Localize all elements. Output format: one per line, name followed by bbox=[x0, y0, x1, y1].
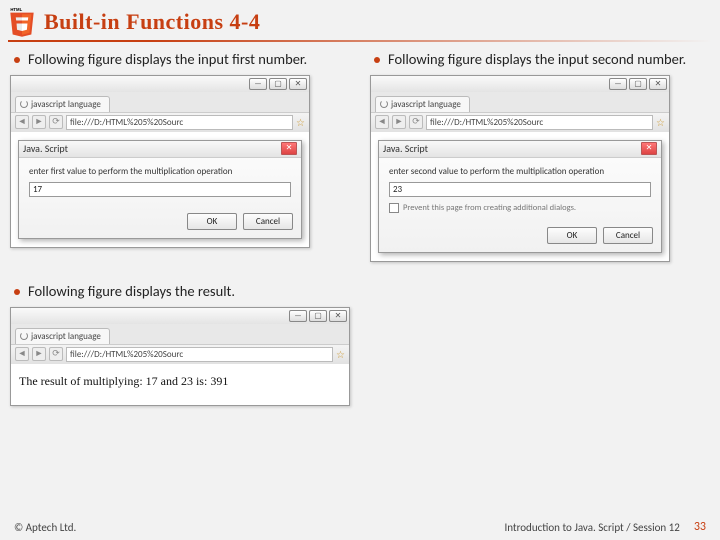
result-output-text: The result of multiplying: 17 and 23 is:… bbox=[17, 370, 343, 399]
bookmark-star-icon[interactable]: ☆ bbox=[336, 348, 345, 361]
tab-label: javascript language bbox=[31, 331, 101, 342]
copyright-text: © Aptech Ltd. bbox=[14, 521, 76, 534]
minimize-button[interactable]: — bbox=[249, 78, 267, 90]
js-prompt-dialog-first: Java. Script ✕ enter first value to perf… bbox=[18, 140, 302, 239]
browser-tab[interactable]: javascript language bbox=[375, 96, 470, 112]
prompt-input-second[interactable]: 23 bbox=[389, 182, 651, 197]
slide-footer: © Aptech Ltd. Introduction to Java. Scri… bbox=[0, 520, 720, 534]
maximize-button[interactable]: ▢ bbox=[269, 78, 287, 90]
close-button[interactable]: ✕ bbox=[289, 78, 307, 90]
bullet-icon bbox=[14, 57, 20, 63]
address-bar[interactable]: file:///D:/HTML%205%20Sourc bbox=[66, 347, 333, 362]
js-prompt-dialog-second: Java. Script ✕ enter second value to per… bbox=[378, 140, 662, 253]
bullet-text-first: Following figure displays the input firs… bbox=[28, 50, 307, 69]
column-first-number: Following figure displays the input firs… bbox=[10, 50, 340, 262]
checkbox-label: Prevent this page from creating addition… bbox=[403, 203, 576, 213]
browser-window-first: — ▢ ✕ javascript language ◄ ► ⟳ file:///… bbox=[10, 75, 310, 248]
bullet-icon bbox=[374, 57, 380, 63]
page-number: 33 bbox=[694, 520, 706, 534]
forward-button[interactable]: ► bbox=[32, 347, 46, 361]
minimize-button[interactable]: — bbox=[609, 78, 627, 90]
session-text: Introduction to Java. Script / Session 1… bbox=[504, 521, 679, 534]
loading-spinner-icon bbox=[20, 100, 28, 108]
ok-button[interactable]: OK bbox=[187, 213, 237, 230]
title-underline bbox=[8, 40, 712, 42]
back-button[interactable]: ◄ bbox=[15, 347, 29, 361]
prevent-dialogs-checkbox[interactable] bbox=[389, 203, 399, 213]
bullet-icon bbox=[14, 289, 20, 295]
close-button[interactable]: ✕ bbox=[329, 310, 347, 322]
forward-button[interactable]: ► bbox=[32, 115, 46, 129]
maximize-button[interactable]: ▢ bbox=[309, 310, 327, 322]
address-bar[interactable]: file:///D:/HTML%205%20Sourc bbox=[66, 115, 293, 130]
browser-window-result: — ▢ ✕ javascript language ◄ ► ⟳ file:///… bbox=[10, 307, 350, 406]
column-second-number: Following figure displays the input seco… bbox=[370, 50, 700, 262]
svg-text:HTML: HTML bbox=[10, 7, 22, 12]
cancel-button[interactable]: Cancel bbox=[243, 213, 293, 230]
browser-tab[interactable]: javascript language bbox=[15, 328, 110, 344]
bookmark-star-icon[interactable]: ☆ bbox=[296, 116, 305, 129]
maximize-button[interactable]: ▢ bbox=[629, 78, 647, 90]
cancel-button[interactable]: Cancel bbox=[603, 227, 653, 244]
forward-button[interactable]: ► bbox=[392, 115, 406, 129]
dialog-title: Java. Script bbox=[383, 142, 428, 155]
minimize-button[interactable]: — bbox=[289, 310, 307, 322]
prompt-message: enter first value to perform the multipl… bbox=[29, 166, 291, 177]
loading-spinner-icon bbox=[380, 100, 388, 108]
slide-title: Built-in Functions 4-4 bbox=[44, 9, 260, 35]
html5-logo-icon: HTML bbox=[8, 6, 36, 38]
browser-tab[interactable]: javascript language bbox=[15, 96, 110, 112]
column-result: Following figure displays the result. — … bbox=[10, 282, 710, 406]
reload-button[interactable]: ⟳ bbox=[49, 347, 63, 361]
ok-button[interactable]: OK bbox=[547, 227, 597, 244]
close-icon[interactable]: ✕ bbox=[281, 142, 297, 155]
bookmark-star-icon[interactable]: ☆ bbox=[656, 116, 665, 129]
back-button[interactable]: ◄ bbox=[375, 115, 389, 129]
prompt-input-first[interactable]: 17 bbox=[29, 182, 291, 197]
address-bar[interactable]: file:///D:/HTML%205%20Sourc bbox=[426, 115, 653, 130]
back-button[interactable]: ◄ bbox=[15, 115, 29, 129]
close-icon[interactable]: ✕ bbox=[641, 142, 657, 155]
tab-label: javascript language bbox=[31, 99, 101, 110]
reload-button[interactable]: ⟳ bbox=[49, 115, 63, 129]
prompt-message: enter second value to perform the multip… bbox=[389, 166, 651, 177]
loading-spinner-icon bbox=[20, 332, 28, 340]
bullet-text-second: Following figure displays the input seco… bbox=[388, 50, 686, 69]
reload-button[interactable]: ⟳ bbox=[409, 115, 423, 129]
tab-label: javascript language bbox=[391, 99, 461, 110]
browser-window-second: — ▢ ✕ javascript language ◄ ► ⟳ file:///… bbox=[370, 75, 670, 262]
close-button[interactable]: ✕ bbox=[649, 78, 667, 90]
bullet-text-result: Following figure displays the result. bbox=[28, 282, 235, 301]
dialog-title: Java. Script bbox=[23, 142, 68, 155]
